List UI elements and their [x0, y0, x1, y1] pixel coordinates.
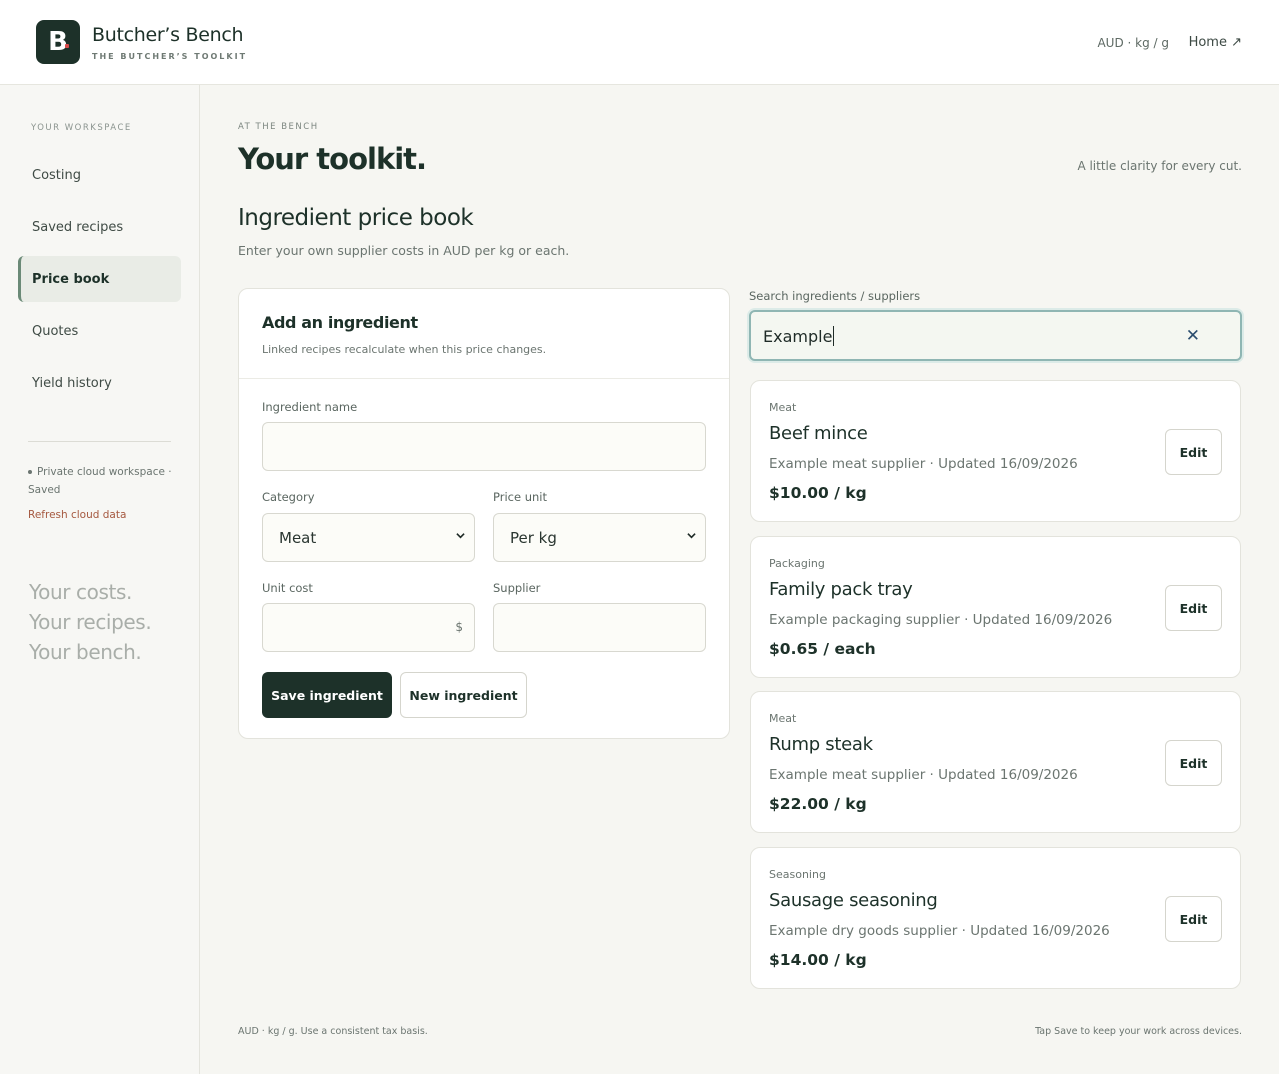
- brand-name[interactable]: Butcher’s Bench: [92, 24, 244, 46]
- price-unit-label: Price unit: [493, 490, 547, 504]
- currency-symbol: $: [455, 620, 463, 634]
- status-dot-icon: [28, 470, 32, 474]
- top-bar: B Butcher’s Bench THE BUTCHER’S TOOLKIT …: [0, 0, 1279, 85]
- sidebar-item-label: Price book: [32, 271, 110, 287]
- home-link[interactable]: Home ↗: [1189, 35, 1242, 50]
- edit-button[interactable]: Edit: [1165, 740, 1222, 786]
- price-unit-select[interactable]: Per kg: [493, 513, 706, 562]
- sidebar-item-label: Yield history: [32, 375, 112, 391]
- category-select[interactable]: Meat: [262, 513, 475, 562]
- save-ingredient-button[interactable]: Save ingredient: [262, 672, 392, 718]
- refresh-cloud-link[interactable]: Refresh cloud data: [28, 509, 126, 521]
- ingredient-supplier-meta: Example meat supplier · Updated 16/09/20…: [769, 456, 1078, 472]
- clear-search-icon[interactable]: ✕: [1186, 326, 1200, 346]
- supplier-input[interactable]: [493, 603, 706, 652]
- sidebar-item-label: Saved recipes: [32, 219, 124, 235]
- new-ingredient-button[interactable]: New ingredient: [400, 672, 527, 718]
- brand-mark: B: [48, 27, 68, 57]
- ingredient-name: Beef mince: [769, 423, 868, 444]
- logo-dot-icon: [65, 44, 69, 48]
- tagline-line: Your costs.: [29, 580, 132, 604]
- edit-button[interactable]: Edit: [1165, 429, 1222, 475]
- card-header: Add an ingredient Linked recipes recalcu…: [239, 289, 729, 379]
- ingredient-category: Seasoning: [769, 868, 826, 881]
- sidebar-item-saved-recipes[interactable]: Saved recipes: [18, 204, 181, 250]
- brand-logo[interactable]: B: [36, 20, 80, 64]
- ingredient-name: Family pack tray: [769, 579, 913, 600]
- sidebar-tagline: Your costs. Your recipes. Your bench.: [29, 577, 152, 667]
- sidebar-item-label: Quotes: [32, 323, 79, 339]
- text-caret: [833, 326, 835, 346]
- units-indicator: AUD · kg / g: [1097, 36, 1169, 50]
- ingredient-name: Sausage seasoning: [769, 890, 938, 911]
- supplier-label: Supplier: [493, 581, 541, 595]
- ingredient-card-family-pack-tray: Packaging Family pack tray Example packa…: [750, 536, 1241, 678]
- tagline-line: Your recipes.: [29, 610, 152, 634]
- ingredient-name: Rump steak: [769, 734, 873, 755]
- sidebar: YOUR WORKSPACE Costing Saved recipes Pri…: [0, 85, 200, 1074]
- ingredient-name-label: Ingredient name: [262, 400, 358, 414]
- brand-tagline: THE BUTCHER’S TOOLKIT: [92, 52, 248, 61]
- category-label: Category: [262, 490, 315, 504]
- ingredient-supplier-meta: Example packaging supplier · Updated 16/…: [769, 612, 1113, 628]
- ingredient-price: $14.00 / kg: [769, 951, 867, 969]
- category-selected-value: Meat: [279, 528, 317, 547]
- add-ingredient-card: Add an ingredient Linked recipes recalcu…: [238, 288, 730, 739]
- ingredient-card-beef-mince: Meat Beef mince Example meat supplier · …: [750, 380, 1241, 522]
- tagline-line: Your bench.: [29, 640, 142, 664]
- form-subtitle: Linked recipes recalculate when this pri…: [262, 343, 547, 356]
- search-input-value: Example: [763, 326, 835, 346]
- unit-cost-input[interactable]: $: [262, 603, 475, 652]
- ingredient-supplier-meta: Example dry goods supplier · Updated 16/…: [769, 923, 1110, 939]
- chevron-down-icon: [456, 533, 465, 539]
- sync-status-text: Private cloud workspace · Saved: [28, 466, 172, 496]
- search-input[interactable]: Example ✕: [749, 310, 1242, 361]
- ingredient-supplier-meta: Example meat supplier · Updated 16/09/20…: [769, 767, 1078, 783]
- unit-cost-label: Unit cost: [262, 581, 313, 595]
- ingredient-price: $0.65 / each: [769, 640, 876, 658]
- section-title: Ingredient price book: [238, 205, 474, 231]
- price-unit-selected-value: Per kg: [510, 528, 557, 547]
- sidebar-item-label: Costing: [32, 167, 82, 183]
- edit-button[interactable]: Edit: [1165, 585, 1222, 631]
- search-text: Example: [763, 327, 833, 346]
- section-subtitle: Enter your own supplier costs in AUD per…: [238, 243, 570, 258]
- footer-note-left: AUD · kg / g. Use a consistent tax basis…: [238, 1026, 428, 1037]
- edit-button[interactable]: Edit: [1165, 896, 1222, 942]
- sync-status: Private cloud workspace · Saved: [28, 463, 178, 499]
- ingredient-card-sausage-seasoning: Seasoning Sausage seasoning Example dry …: [750, 847, 1241, 989]
- page-title: Your toolkit.: [238, 142, 427, 176]
- ingredient-name-input[interactable]: [262, 422, 706, 471]
- sidebar-item-yield-history[interactable]: Yield history: [18, 360, 181, 406]
- ingredient-category: Meat: [769, 712, 797, 725]
- ingredient-price: $22.00 / kg: [769, 795, 867, 813]
- form-title: Add an ingredient: [262, 313, 418, 332]
- footer-note-right: Tap Save to keep your work across device…: [1035, 1026, 1242, 1037]
- search-label: Search ingredients / suppliers: [749, 289, 921, 303]
- sidebar-heading: YOUR WORKSPACE: [31, 123, 132, 133]
- chevron-down-icon: [687, 533, 696, 539]
- sidebar-divider: [28, 441, 171, 442]
- ingredient-card-rump-steak: Meat Rump steak Example meat supplier · …: [750, 691, 1241, 833]
- page-eyebrow: AT THE BENCH: [238, 122, 319, 132]
- ingredient-category: Meat: [769, 401, 797, 414]
- sidebar-item-price-book[interactable]: Price book: [18, 256, 181, 302]
- page-aside-note: A little clarity for every cut.: [1077, 159, 1242, 173]
- sidebar-item-quotes[interactable]: Quotes: [18, 308, 181, 354]
- sidebar-item-costing[interactable]: Costing: [18, 152, 181, 198]
- ingredient-price: $10.00 / kg: [769, 484, 867, 502]
- ingredient-category: Packaging: [769, 557, 825, 570]
